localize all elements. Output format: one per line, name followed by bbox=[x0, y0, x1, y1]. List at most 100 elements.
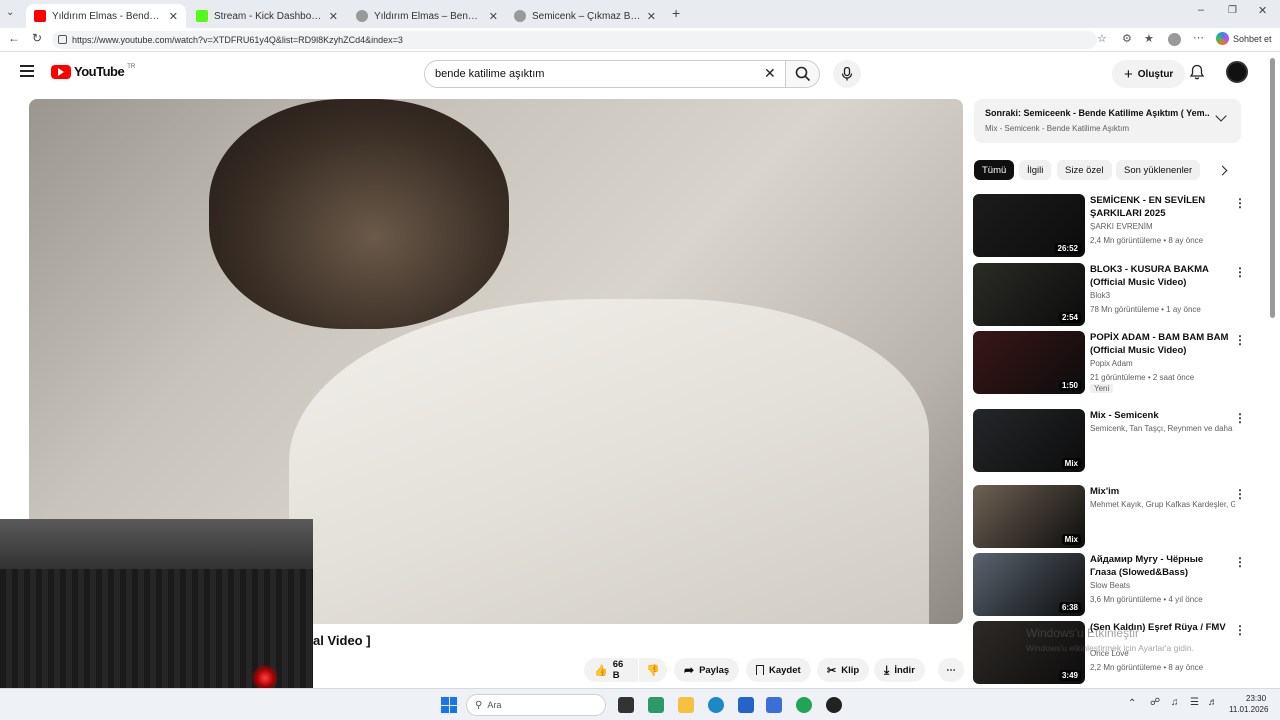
minimize-icon[interactable]: – bbox=[1198, 4, 1204, 16]
close-tab-icon[interactable]: ✕ bbox=[329, 10, 338, 23]
more-options-icon[interactable]: ⋮ bbox=[1234, 333, 1246, 347]
chip-recent[interactable]: Son yüklenenler bbox=[1116, 160, 1201, 180]
video-thumbnail[interactable]: 1:50 bbox=[973, 331, 1085, 394]
video-thumbnail[interactable]: 26:52 bbox=[973, 194, 1085, 257]
more-icon[interactable]: ⋯ bbox=[1193, 31, 1204, 44]
tab-lyrics-2[interactable]: Semicenk – Çıkmaz Bir Sokakta Lyr ✕ bbox=[506, 4, 664, 28]
save-button[interactable]: Kaydet bbox=[746, 658, 811, 682]
close-window-icon[interactable]: ✕ bbox=[1258, 4, 1267, 17]
video-title[interactable]: Mix - Semicenk bbox=[1090, 409, 1230, 422]
tab-youtube[interactable]: Yıldırım Elmas - Bende Katilim ✕ bbox=[26, 4, 186, 28]
duration-badge: 3:49 bbox=[1058, 670, 1081, 681]
copilot-button[interactable]: Sohbet et bbox=[1216, 32, 1272, 45]
site-info-icon[interactable] bbox=[58, 35, 67, 44]
video-thumbnail[interactable]: 6:38 bbox=[973, 553, 1085, 616]
file-explorer-icon[interactable] bbox=[678, 697, 694, 713]
lyrics-favicon-icon bbox=[356, 10, 368, 22]
channel-name[interactable]: Semicenk, Tan Taşçı, Reynmen ve daha f..… bbox=[1090, 424, 1235, 433]
profile-avatar[interactable] bbox=[1168, 33, 1181, 46]
maximize-icon[interactable]: ❐ bbox=[1228, 5, 1237, 16]
search-input[interactable]: bende katilime aşıktım bbox=[424, 60, 786, 88]
network-icon[interactable]: ☍ bbox=[1150, 697, 1160, 708]
more-actions-button[interactable]: ⋯ bbox=[938, 658, 964, 682]
chevron-down-icon[interactable] bbox=[1215, 110, 1227, 122]
obs-icon[interactable] bbox=[826, 697, 842, 713]
edge-browser-icon[interactable] bbox=[708, 697, 724, 713]
recommendation-item[interactable]: Mix Mix'im Mehmet Kayık, Grup Kafkas Karde… bbox=[973, 485, 1246, 549]
youtube-favicon-icon bbox=[34, 10, 46, 22]
like-button[interactable]: 👍 66 B bbox=[584, 658, 638, 682]
tab-lyrics-1[interactable]: Yıldırım Elmas – Bende Katilime Aşı ✕ bbox=[348, 4, 506, 28]
video-thumbnail[interactable]: Mix bbox=[973, 485, 1085, 548]
clear-search-icon[interactable]: ✕ bbox=[764, 65, 776, 82]
taskbar-search-input[interactable]: ⚲ Ara bbox=[466, 694, 606, 716]
more-options-icon[interactable]: ⋮ bbox=[1234, 555, 1246, 569]
channel-name[interactable]: Mehmet Kayık, Grup Kafkas Kardeşler, G..… bbox=[1090, 500, 1235, 509]
app-green-icon[interactable] bbox=[796, 697, 812, 713]
store-icon[interactable] bbox=[738, 697, 754, 713]
volume-icon[interactable]: ♬ bbox=[1208, 697, 1218, 708]
video-thumbnail[interactable]: Mix bbox=[973, 409, 1085, 472]
start-button-icon[interactable] bbox=[441, 697, 457, 713]
microphone-tray-icon[interactable]: ♫ bbox=[1171, 697, 1179, 708]
widgets-icon[interactable] bbox=[648, 697, 664, 713]
duration-badge: Mix bbox=[1061, 458, 1081, 469]
close-tab-icon[interactable]: ✕ bbox=[489, 10, 498, 23]
playlist-panel[interactable]: Sonraki: Semiceenk - Bende Katilime Aşık… bbox=[974, 99, 1241, 143]
tray-chevron-up-icon[interactable]: ⌃ bbox=[1128, 698, 1136, 709]
chip-for-you[interactable]: Size özel bbox=[1057, 160, 1112, 180]
more-options-icon[interactable]: ⋮ bbox=[1234, 623, 1246, 637]
close-tab-icon[interactable]: ✕ bbox=[647, 10, 656, 23]
clock-date[interactable]: 11.01.2026 bbox=[1229, 705, 1268, 714]
notifications-bell-icon[interactable] bbox=[1189, 64, 1205, 86]
channel-name[interactable]: Popix Adam bbox=[1090, 359, 1235, 368]
chip-related[interactable]: İlgili bbox=[1019, 160, 1052, 180]
back-icon[interactable]: ← bbox=[8, 31, 20, 45]
new-tab-icon[interactable]: + bbox=[672, 5, 680, 21]
channel-name[interactable]: Blok3 bbox=[1090, 291, 1235, 300]
more-options-icon[interactable]: ⋮ bbox=[1234, 196, 1246, 210]
tab-search-icon[interactable]: ⌄ bbox=[6, 7, 14, 18]
video-title[interactable]: Айдамир Мугу - Чёрные Глаза (Slowed&Bass… bbox=[1090, 553, 1230, 579]
video-thumbnail[interactable]: 2:54 bbox=[973, 263, 1085, 326]
clock-time[interactable]: 23:30 bbox=[1246, 694, 1266, 703]
dislike-button[interactable]: 👎 bbox=[639, 658, 667, 682]
close-tab-icon[interactable]: ✕ bbox=[169, 10, 178, 23]
video-title[interactable]: Mix'im bbox=[1090, 485, 1230, 498]
task-view-icon[interactable] bbox=[618, 697, 634, 713]
recommendation-item[interactable]: 6:38 Айдамир Мугу - Чёрные Глаза (Slowed&… bbox=[973, 553, 1246, 617]
chevron-right-icon[interactable] bbox=[1217, 165, 1228, 176]
video-title[interactable]: POPİX ADAM - BAM BAM BAM (Official Music… bbox=[1090, 331, 1230, 357]
recommendation-item[interactable]: 26:52 SEMİCENK - EN SEVİLEN ŞARKILARI 202… bbox=[973, 194, 1246, 258]
account-avatar[interactable] bbox=[1226, 61, 1248, 83]
youtube-logo[interactable]: YouTube TR bbox=[51, 64, 135, 79]
copilot-label: Sohbet et bbox=[1233, 33, 1272, 44]
more-options-icon[interactable]: ⋮ bbox=[1234, 411, 1246, 425]
collections-icon[interactable]: ★ bbox=[1144, 32, 1154, 45]
extensions-icon[interactable]: ⚙ bbox=[1122, 32, 1132, 45]
reload-icon[interactable]: ↻ bbox=[32, 31, 42, 45]
recommendation-item[interactable]: 2:54 BLOK3 - KUSURA BAKMA (Official Music… bbox=[973, 263, 1246, 327]
recommendation-item[interactable]: Mix Mix - Semicenk Semicenk, Tan Taşçı, Re… bbox=[973, 409, 1246, 473]
wifi-icon[interactable]: ☰ bbox=[1190, 697, 1199, 708]
tab-kick[interactable]: Stream - Kick Dashboard ✕ bbox=[188, 4, 346, 28]
address-bar[interactable]: https://www.youtube.com/watch?v=XTDFRU61… bbox=[52, 31, 1097, 49]
video-title[interactable]: BLOK3 - KUSURA BAKMA (Official Music Vid… bbox=[1090, 263, 1230, 289]
page-scrollbar[interactable] bbox=[1270, 58, 1275, 318]
more-options-icon[interactable]: ⋮ bbox=[1234, 487, 1246, 501]
recommendation-item[interactable]: 1:50 POPİX ADAM - BAM BAM BAM (Official M… bbox=[973, 331, 1246, 395]
chip-all[interactable]: Tümü bbox=[974, 160, 1015, 180]
clip-button[interactable]: ✂ Klip bbox=[817, 658, 870, 682]
share-button[interactable]: ➦ Paylaş bbox=[674, 658, 740, 682]
voice-search-button[interactable] bbox=[833, 60, 861, 88]
video-title[interactable]: SEMİCENK - EN SEVİLEN ŞARKILARI 2025 bbox=[1090, 194, 1230, 220]
search-button[interactable] bbox=[786, 60, 820, 88]
channel-name[interactable]: Slow Beats bbox=[1090, 581, 1235, 590]
download-button[interactable]: ⤓ İndir bbox=[874, 658, 925, 682]
mail-icon[interactable] bbox=[766, 697, 782, 713]
create-button[interactable]: + Oluştur bbox=[1112, 60, 1186, 88]
more-options-icon[interactable]: ⋮ bbox=[1234, 265, 1246, 279]
menu-icon[interactable] bbox=[20, 65, 34, 77]
channel-name[interactable]: ŞARKI EVRENİM bbox=[1090, 222, 1235, 231]
favorites-star-icon[interactable]: ☆ bbox=[1097, 32, 1107, 45]
